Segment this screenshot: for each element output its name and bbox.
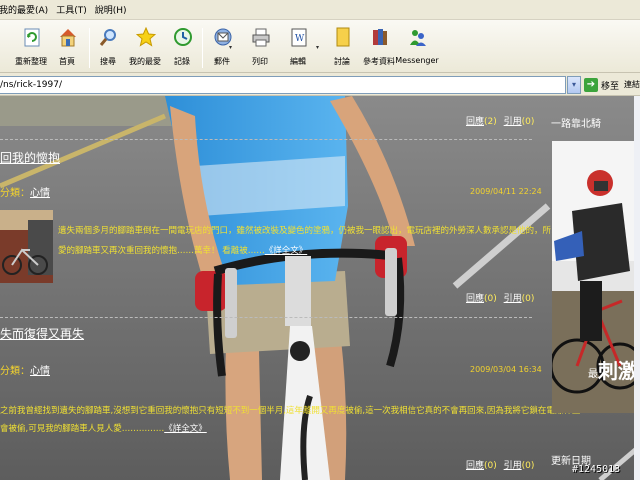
links-label[interactable]: 連結	[624, 79, 640, 90]
research-books-icon	[373, 29, 387, 45]
printer-icon	[252, 28, 270, 47]
post1-read-more-link[interactable]: 《詳全文》	[265, 246, 308, 256]
post2-footer-reply-link[interactable]: 回應	[466, 461, 484, 471]
home-icon	[60, 29, 76, 47]
home-button[interactable]: 首頁	[47, 25, 87, 69]
messenger-button[interactable]: Messenger	[395, 25, 439, 69]
post2-read-more-link[interactable]: 《詳全文》	[164, 424, 207, 434]
post1-reply-count: (2)	[484, 117, 497, 127]
post1-counts: 回應(2) 引用(0)	[466, 114, 534, 127]
post-divider	[0, 317, 532, 318]
mail-dropdown-arrow-icon[interactable]: ▾	[229, 44, 236, 51]
address-dropdown-icon[interactable]: ▾	[567, 76, 581, 94]
go-label: 移至	[601, 81, 620, 92]
image-watermark: #1245013	[572, 464, 621, 475]
sidebar-cyclist-photo[interactable]: 最 刺激	[552, 141, 634, 413]
post2-category-prefix: 分類：	[0, 366, 30, 377]
post-divider	[0, 139, 532, 140]
messenger-label: Messenger	[395, 56, 439, 65]
web-page: 回應(2) 引用(0) 一路靠北騎 回我的懷抱 分類：心情 2009/04/11…	[0, 96, 640, 480]
edit-button[interactable]: W 編輯	[278, 25, 318, 69]
post1-footer-trackback-link[interactable]: 引用	[504, 294, 522, 304]
address-bar: /ns/rick-1997/ ▾ ➔ 移至 連結	[0, 74, 640, 96]
post1-trackback-link[interactable]: 引用	[504, 117, 522, 127]
post1-bicycle-thumbnail[interactable]	[0, 210, 53, 283]
post1-body-line2: 愛的腳踏車又再次重回我的懷抱……萬幸！ 看離被……《詳全文》	[58, 246, 308, 256]
svg-text:W: W	[295, 34, 305, 44]
go-arrow-icon: ➔	[584, 78, 598, 92]
post1-category: 分類：心情	[0, 184, 50, 199]
post1-footer-counts: 回應(0) 引用(0)	[466, 294, 535, 304]
post2-body-line1: 之前我曾經找到遺失的腳踏車,沒想到它重回我的懷抱只有短短不到一個半月,這年離開又…	[0, 406, 581, 416]
sidebar-heading: 一路靠北騎	[551, 119, 601, 130]
menu-bar: 我的最愛(A) 工具(T) 說明(H)	[0, 0, 640, 20]
menu-tools[interactable]: 工具(T)	[56, 3, 91, 16]
post2-category: 分類：心情	[0, 362, 50, 377]
post1-category-link[interactable]: 心情	[30, 188, 50, 199]
post1-trackback-count: (0)	[521, 117, 535, 127]
refresh-icon	[24, 28, 40, 47]
word-document-icon: W	[291, 28, 307, 47]
sidebar-image-caption-small: 最	[588, 369, 598, 380]
vertical-scrollbar[interactable]	[634, 96, 640, 480]
post1-body-line1: 遺失兩個多月的腳踏車倒在一間電玩店的門口，雖然被改裝及變色的塗鴉，仍被我一眼認出…	[58, 226, 569, 236]
post2-category-link[interactable]: 心情	[30, 366, 50, 377]
discuss-icon	[336, 27, 350, 47]
go-button[interactable]: ➔ 移至	[584, 77, 624, 93]
post1-category-prefix: 分類：	[0, 188, 30, 199]
messenger-buddy-icon	[410, 30, 426, 46]
menu-help[interactable]: 說明(H)	[95, 3, 131, 16]
post2-body-line2: 會被偷,可見我的腳踏車人見人愛……………《詳全文》	[0, 424, 207, 434]
post1-title-link[interactable]: 回我的懷抱	[0, 149, 60, 166]
star-icon	[136, 27, 156, 47]
menu-favorites[interactable]: 我的最愛(A)	[0, 3, 52, 16]
history-icon	[174, 28, 192, 46]
post2-title-link[interactable]: 失而復得又再失	[0, 325, 84, 342]
address-input[interactable]: /ns/rick-1997/	[0, 76, 566, 94]
post2-date: 2009/03/04 16:34	[470, 365, 542, 374]
toolbar: 重新整理 首頁 搜尋 我的最愛 記錄 郵件 ▾ 列印 W 編輯 ▾ 討論 參考資…	[0, 20, 640, 73]
search-icon	[99, 29, 116, 46]
post2-footer-trackback-link[interactable]: 引用	[504, 461, 522, 471]
post2-footer-counts: 回應(0) 引用(0)	[466, 461, 535, 471]
post1-reply-link[interactable]: 回應	[466, 117, 484, 127]
sidebar-image-caption: 刺激	[598, 359, 634, 383]
post1-footer-reply-link[interactable]: 回應	[466, 294, 484, 304]
post1-date: 2009/04/11 22:24	[470, 187, 542, 196]
